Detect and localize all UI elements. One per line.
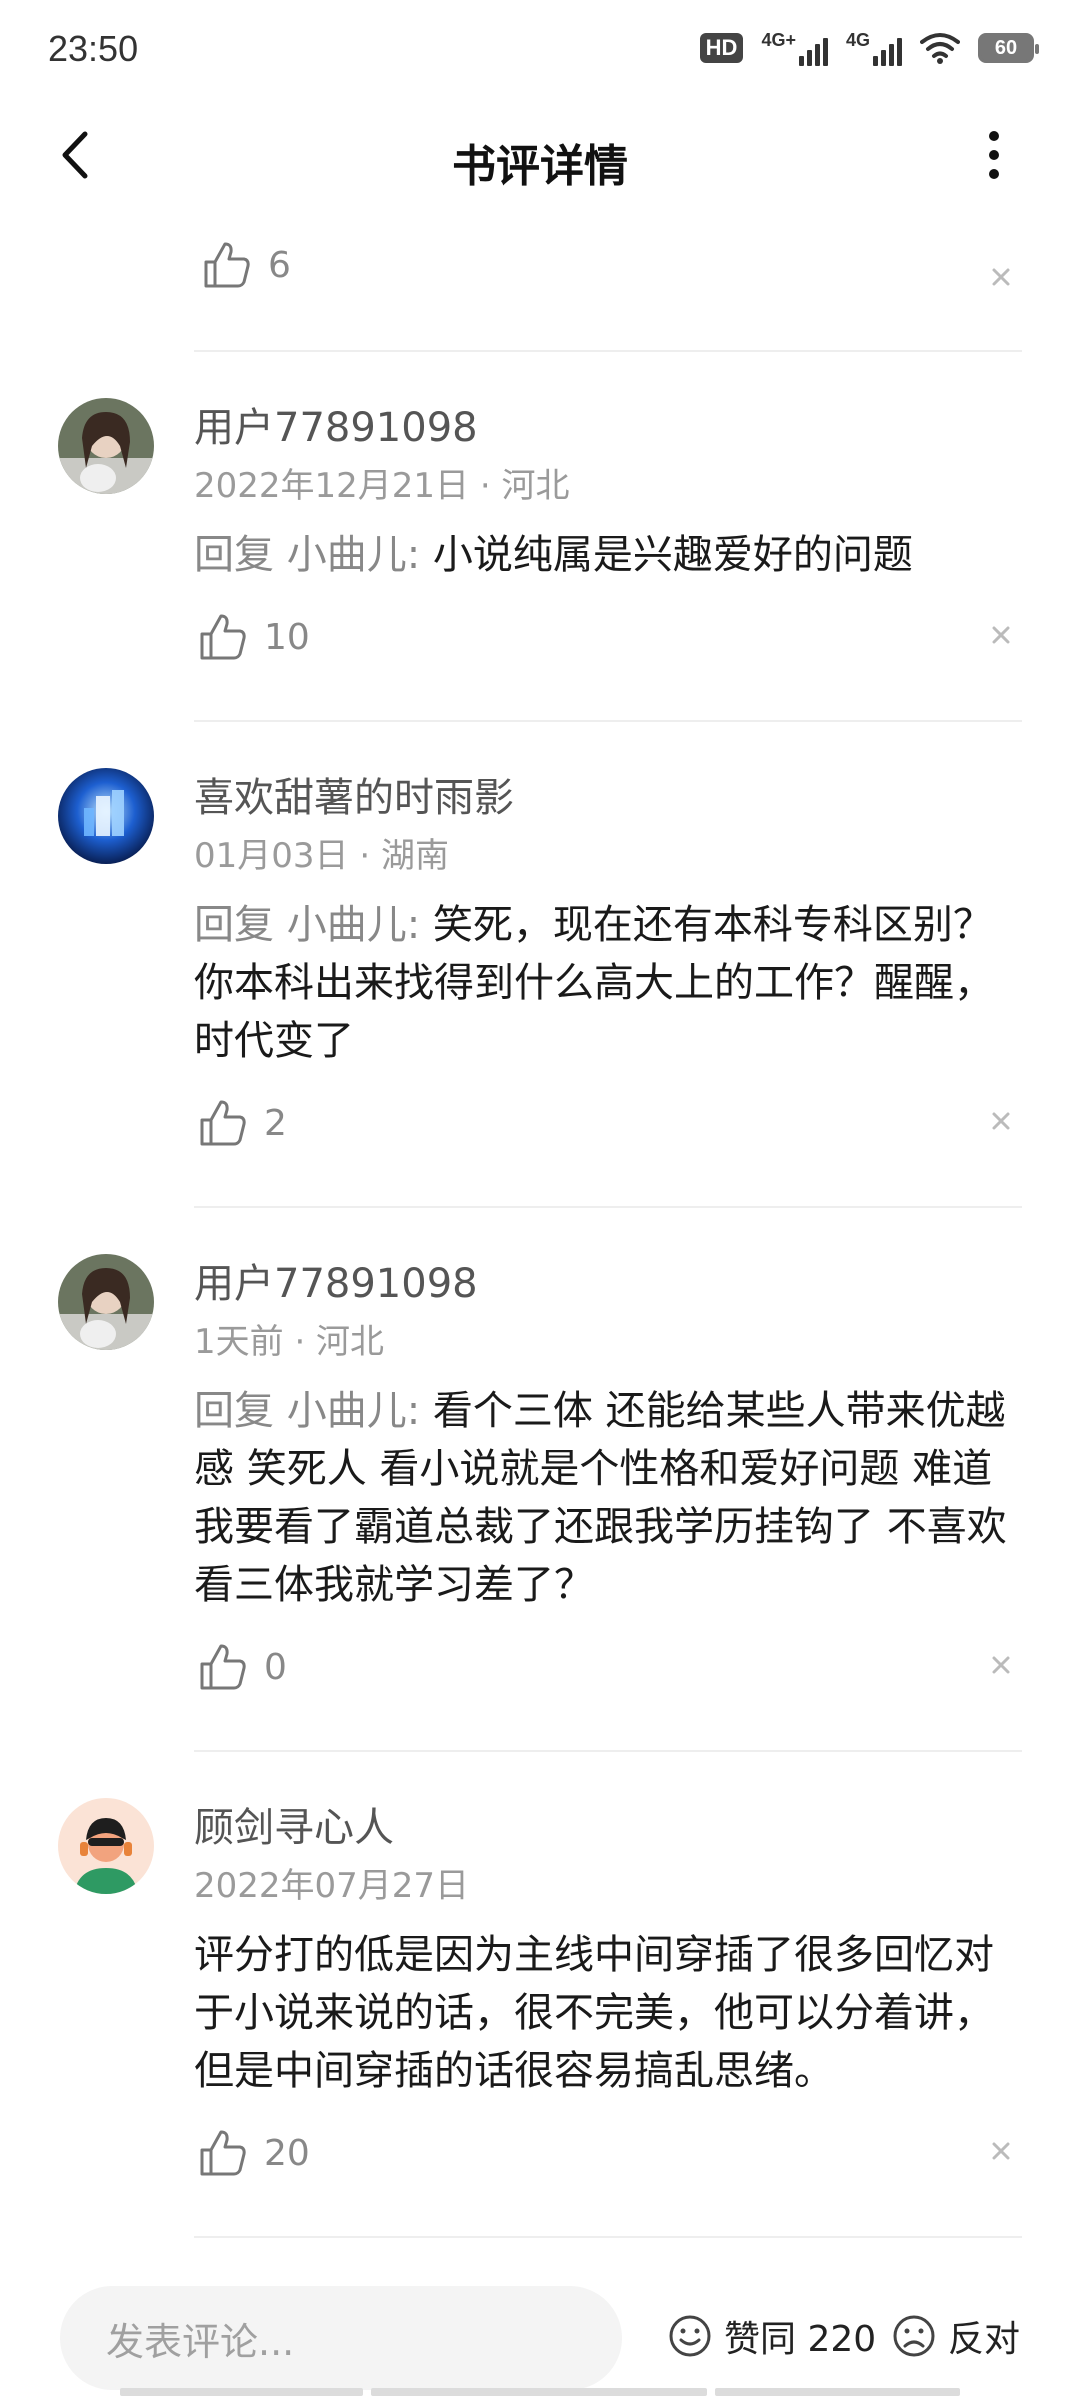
comment-item: 用户77891098 2022年12月21日 · 河北 回复 小曲儿: 小说纯属… (0, 352, 1080, 722)
avatar[interactable] (58, 398, 154, 494)
comment-text[interactable]: 回复 小曲儿: 小说纯属是兴趣爱好的问题 (194, 526, 1022, 584)
comment-input[interactable]: 发表评论... (60, 2286, 622, 2390)
comment-item: 喜欢甜薯的时雨影 01月03日 · 湖南 回复 小曲儿: 笑死，现在还有本科专科… (0, 722, 1080, 1208)
comment-meta: 1天前 · 河北 (194, 1322, 385, 1362)
like-count: 0 (264, 1646, 287, 1688)
comment-input-placeholder: 发表评论... (106, 2319, 295, 2364)
reply-prefix: 回复 小曲儿: (194, 1388, 433, 1434)
agree-label: 赞同 220 (724, 2319, 877, 2360)
comment-author[interactable]: 顾剑寻心人 (194, 1800, 1022, 1856)
frown-icon (893, 2315, 935, 2357)
thumbs-up-icon (200, 2130, 246, 2176)
comment-author[interactable]: 用户77891098 (194, 400, 1022, 456)
like-button[interactable]: 10 (198, 612, 310, 662)
thumbs-up-icon (200, 1644, 246, 1690)
status-icons: HD 4G+ 4G 60 (699, 30, 1039, 66)
hd-icon: HD (699, 33, 744, 63)
comment-author[interactable]: 用户77891098 (194, 1256, 1022, 1312)
comment-text[interactable]: 回复 小曲儿: 看个三体 还能给某些人带来优越感 笑死人 看小说就是个性格和爱好… (194, 1382, 1022, 1614)
comment-item: 顾剑寻心人 2022年07月27日 评分打的低是因为主线中间穿插了很多回忆对于小… (0, 1752, 1080, 2238)
comment-item: 6 (0, 210, 1080, 352)
status-time: 23:50 (48, 28, 139, 69)
agree-button[interactable]: 赞同 220 (668, 2310, 876, 2362)
close-icon[interactable] (986, 2136, 1016, 2166)
thumbs-up-icon (200, 614, 246, 660)
close-icon[interactable] (986, 1106, 1016, 1136)
more-vertical-icon (989, 131, 999, 141)
comment-item: 用户77891098 1天前 · 河北 回复 小曲儿: 看个三体 还能给某些人带… (0, 1208, 1080, 1752)
bottom-bar: 发表评论... 赞同 220 反对 (0, 2270, 1080, 2400)
like-button[interactable]: 6 (202, 240, 291, 290)
comment-author[interactable]: 喜欢甜薯的时雨影 (194, 770, 1022, 826)
header: 书评详情 (0, 100, 1080, 210)
avatar[interactable] (58, 1254, 154, 1350)
disagree-label: 反对 (948, 2319, 1021, 2360)
battery-icon: 60 (978, 33, 1039, 63)
like-count: 6 (268, 244, 291, 286)
disagree-button[interactable]: 反对 (892, 2310, 1020, 2362)
wifi-icon (920, 33, 960, 64)
comment-meta: 01月03日 · 湖南 (194, 836, 449, 876)
more-button[interactable] (964, 122, 1024, 188)
reply-prefix: 回复 小曲儿: (194, 532, 433, 578)
like-button[interactable]: 0 (198, 1642, 287, 1692)
like-count: 2 (264, 1102, 287, 1144)
comment-text[interactable]: 回复 小曲儿: 笑死，现在还有本科专科区别？你本科出来找得到什么高大上的工作？醒… (194, 896, 1022, 1070)
signal-4g-plus-icon: 4G+ (761, 30, 828, 66)
comment-list: 6 用户77891098 2022年12月21日 · 河北 回复 小曲儿: 小说… (0, 210, 1080, 2238)
thumbs-up-icon (204, 242, 250, 288)
comment-content: 小说纯属是兴趣爱好的问题 (432, 532, 913, 578)
divider (194, 2236, 1022, 2238)
close-icon[interactable] (986, 1650, 1016, 1680)
smile-icon (669, 2315, 711, 2357)
comment-content: 评分打的低是因为主线中间穿插了很多回忆对于小说来说的话，很不完美，他可以分着讲，… (194, 1932, 994, 2094)
close-icon[interactable] (986, 620, 1016, 650)
page-title: 书评详情 (452, 141, 628, 192)
status-bar: 23:50 HD 4G+ 4G 60 (0, 0, 1080, 100)
comment-meta: 2022年07月27日 (194, 1866, 470, 1906)
like-count: 20 (264, 2132, 310, 2174)
comment-meta: 2022年12月21日 · 河北 (194, 466, 570, 506)
avatar[interactable] (58, 1798, 154, 1894)
like-button[interactable]: 20 (198, 2128, 310, 2178)
close-icon[interactable] (986, 262, 1016, 292)
like-button[interactable]: 2 (198, 1098, 287, 1148)
reply-prefix: 回复 小曲儿: (194, 902, 433, 948)
avatar[interactable] (58, 768, 154, 864)
signal-4g-icon: 4G (846, 30, 902, 66)
bottom-decoration (120, 2388, 960, 2396)
thumbs-up-icon (200, 1100, 246, 1146)
like-count: 10 (264, 616, 310, 658)
comment-text[interactable]: 评分打的低是因为主线中间穿插了很多回忆对于小说来说的话，很不完美，他可以分着讲，… (194, 1926, 1022, 2100)
